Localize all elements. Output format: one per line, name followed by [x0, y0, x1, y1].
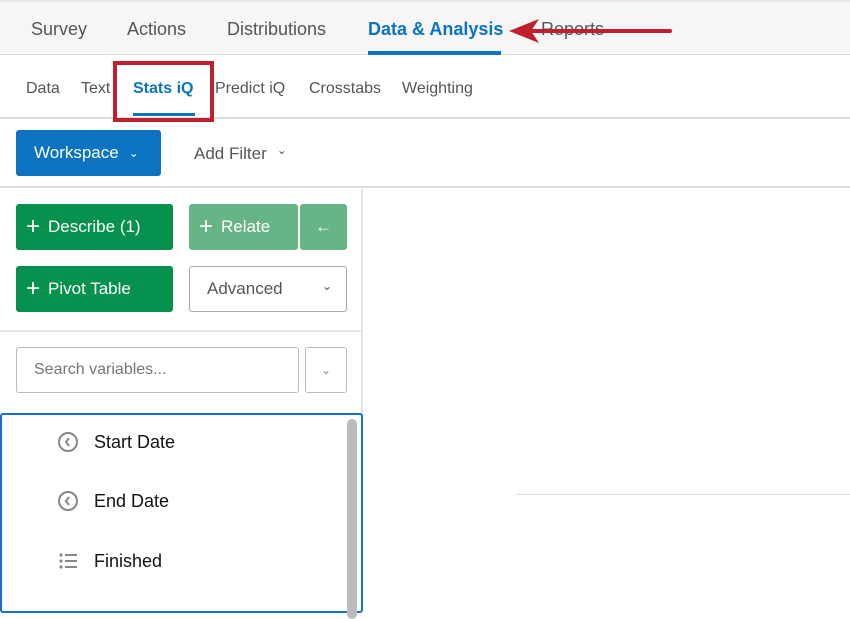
tab-actions[interactable]: Actions [127, 19, 186, 40]
search-filter-dropdown[interactable]: ⌄ [305, 347, 347, 393]
variable-label: End Date [94, 490, 170, 511]
list-icon [59, 553, 77, 569]
chevron-down-icon: ⌄ [276, 143, 287, 157]
plus-icon: + [26, 275, 41, 302]
subtab-weighting[interactable]: Weighting [402, 80, 473, 98]
clock-icon [58, 491, 78, 511]
add-filter-button[interactable]: Add Filter ⌄ [194, 144, 287, 164]
variable-list: Start Date End Date Finished [0, 413, 363, 619]
swap-arrow-button[interactable]: ← [300, 204, 347, 250]
subtab-data[interactable]: Data [26, 80, 60, 98]
tab-distributions[interactable]: Distributions [227, 19, 326, 40]
describe-label: Describe (1) [48, 217, 141, 236]
top-nav: Survey Actions Distributions Data & Anal… [0, 0, 850, 55]
relate-button[interactable]: + Relate [189, 204, 298, 250]
clock-icon [58, 432, 78, 452]
divider [516, 494, 850, 495]
pivot-label: Pivot Table [48, 279, 131, 298]
subtab-crosstabs[interactable]: Crosstabs [309, 80, 381, 98]
plus-icon: + [26, 213, 41, 240]
toolbar: Workspace ⌄ Add Filter ⌄ [0, 119, 850, 188]
scrollbar[interactable] [347, 419, 357, 619]
plus-icon: + [199, 213, 214, 240]
subtab-predict-iq[interactable]: Predict iQ [215, 80, 285, 98]
workspace-label: Workspace [34, 143, 119, 162]
list-item[interactable]: Start Date [57, 431, 175, 453]
divider [0, 330, 362, 332]
tab-data-analysis[interactable]: Data & Analysis [368, 19, 503, 40]
chevron-down-icon: ⌄ [321, 279, 332, 293]
tab-survey[interactable]: Survey [31, 19, 87, 40]
subtab-text[interactable]: Text [81, 80, 110, 98]
list-item[interactable]: End Date [57, 490, 169, 512]
arrow-left-icon: ← [315, 217, 332, 236]
variable-label: Start Date [94, 431, 176, 452]
workspace-button[interactable]: Workspace ⌄ [16, 130, 161, 176]
list-item[interactable]: Finished [57, 550, 162, 572]
relate-label: Relate [221, 217, 271, 236]
chevron-down-icon: ⌄ [128, 146, 139, 160]
left-panel: + Describe (1) + Relate ← + Pivot Table Adv… [0, 189, 363, 619]
advanced-label: Advanced [207, 279, 283, 298]
pivot-table-button[interactable]: + Pivot Table [16, 266, 173, 312]
advanced-dropdown[interactable]: Advanced ⌄ [189, 266, 347, 312]
search-variables-input[interactable] [16, 347, 299, 393]
annotation-arrow [509, 19, 672, 43]
variable-label: Finished [94, 550, 163, 571]
annotation-highlight-box [113, 61, 214, 122]
chevron-down-icon: ⌄ [320, 363, 332, 377]
add-filter-label: Add Filter [194, 144, 267, 163]
describe-button[interactable]: + Describe (1) [16, 204, 173, 250]
